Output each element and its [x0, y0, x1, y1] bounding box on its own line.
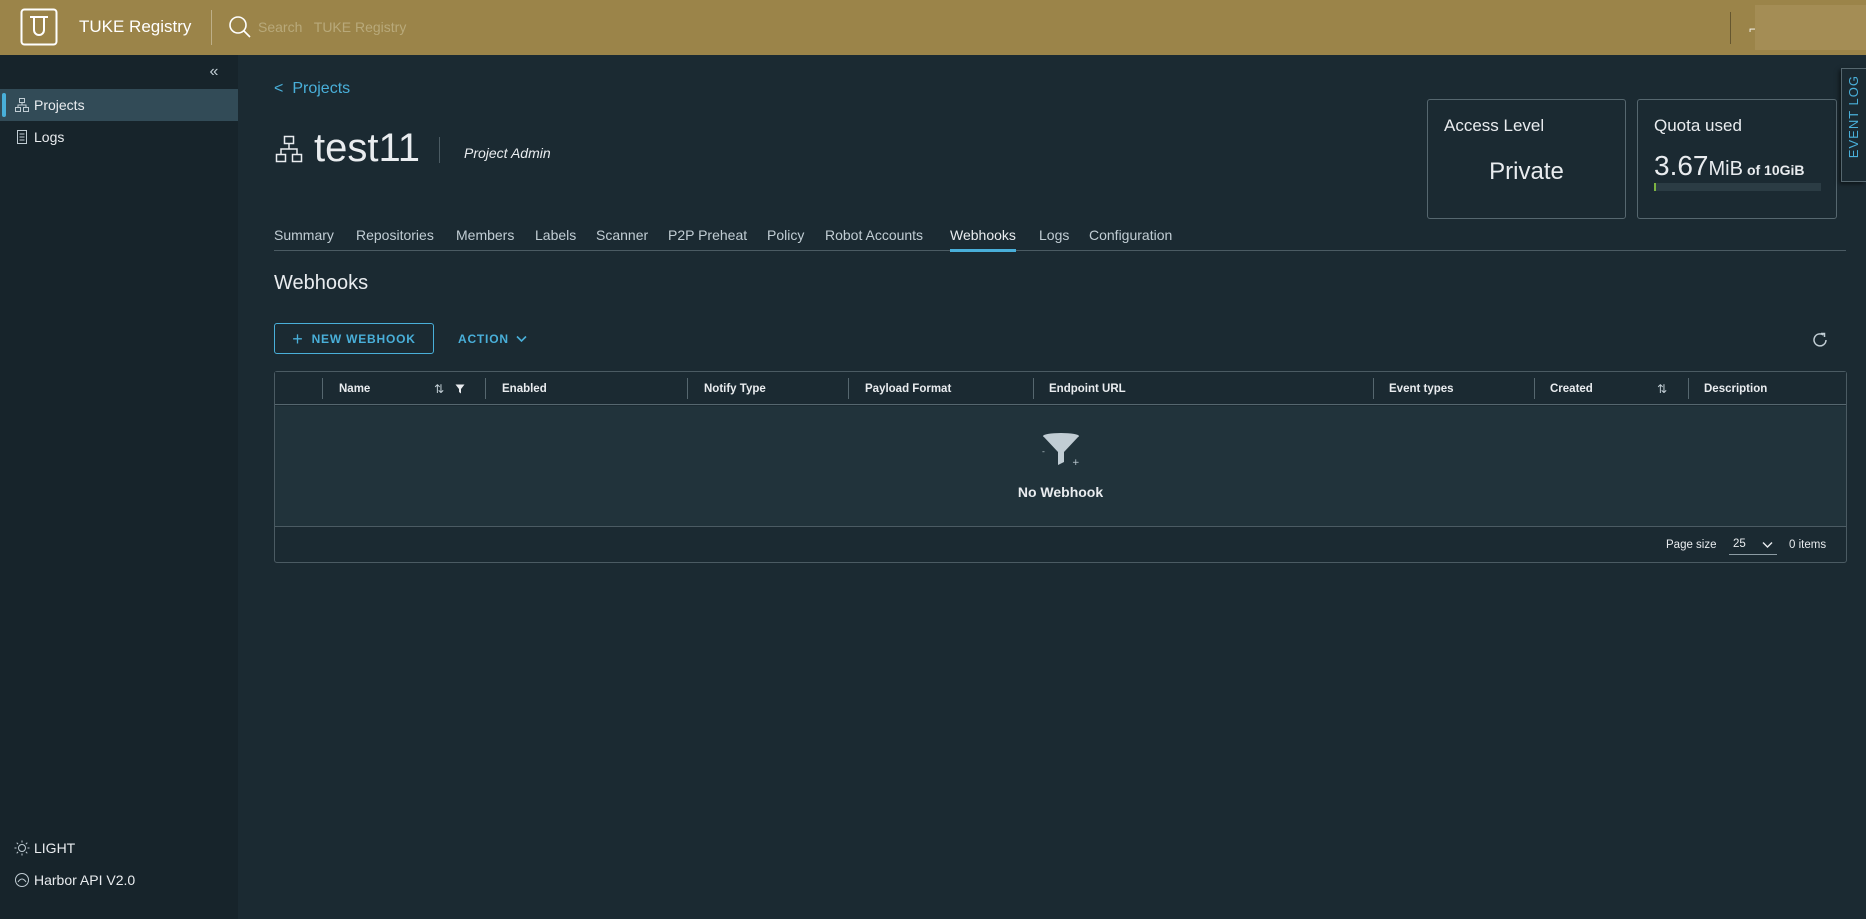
svg-text:+: + [1072, 458, 1080, 468]
action-dropdown[interactable]: ACTION [458, 323, 527, 354]
header-divider-right [1730, 12, 1731, 44]
new-webhook-button[interactable]: + NEW WEBHOOK [274, 323, 434, 354]
project-role: Project Admin [464, 145, 551, 161]
column-separator [1033, 378, 1034, 399]
chevron-down-icon [516, 335, 527, 342]
column-payload-format[interactable]: Payload Format [865, 372, 951, 405]
tab-summary[interactable]: Summary [274, 227, 334, 251]
page-size-value: 25 [1733, 538, 1746, 550]
sidebar: « Projects Logs LIGHT Harbor API V2.0 [0, 55, 238, 919]
quota-card: Quota used 3.67MiB of 10GiB [1637, 99, 1837, 219]
plus-icon: + [292, 328, 304, 349]
new-webhook-label: NEW WEBHOOK [311, 331, 416, 346]
tab-members[interactable]: Members [456, 227, 514, 251]
brand-title[interactable]: TUKE Registry [79, 17, 191, 37]
api-icon [15, 873, 29, 887]
sort-icon[interactable]: ⇅ [1657, 382, 1667, 396]
theme-toggle[interactable]: LIGHT [0, 834, 238, 862]
table-footer: Page size 25 0 items [275, 528, 1846, 563]
event-log-label: EVENT LOG [1846, 75, 1861, 159]
sidebar-item-projects[interactable]: Projects [0, 89, 238, 121]
column-name[interactable]: Name [339, 372, 370, 405]
column-separator [848, 378, 849, 399]
top-header: TUKE Registry ⌐ [0, 0, 1866, 55]
page-size-select[interactable]: 25 [1729, 535, 1777, 555]
filter-icon[interactable] [455, 384, 465, 394]
column-endpoint-url[interactable]: Endpoint URL [1049, 372, 1126, 405]
sun-icon [14, 840, 30, 856]
event-log-tab[interactable]: EVENT LOG [1841, 68, 1866, 182]
tab-p2p-preheat[interactable]: P2P Preheat [668, 227, 747, 251]
tab-policy[interactable]: Policy [767, 227, 804, 251]
action-label: ACTION [458, 331, 509, 346]
tab-labels[interactable]: Labels [535, 227, 576, 251]
empty-state-text: No Webhook [1017, 484, 1104, 500]
harbor-api-label: Harbor API V2.0 [34, 872, 136, 888]
access-level-title: Access Level [1444, 116, 1545, 135]
quota-total: of 10GiB [1746, 162, 1805, 178]
empty-filter-icon: - + [1042, 433, 1080, 468]
column-created[interactable]: Created [1550, 372, 1593, 405]
collapse-sidebar-icon[interactable]: « [204, 63, 224, 83]
sidebar-item-label: Projects [34, 97, 85, 113]
sidebar-item-label: Logs [34, 129, 65, 145]
tab-robot-accounts[interactable]: Robot Accounts [825, 227, 923, 251]
quota-progress-bar [1654, 183, 1821, 191]
chevron-down-icon [1762, 542, 1773, 548]
title-divider [439, 137, 440, 163]
quota-progress-fill [1654, 183, 1656, 191]
search-input[interactable] [258, 14, 558, 40]
tab-scanner[interactable]: Scanner [596, 227, 648, 251]
theme-toggle-label: LIGHT [34, 840, 76, 856]
logs-icon [17, 130, 27, 144]
chevron-left-icon: < [274, 80, 284, 97]
svg-text:-: - [1042, 447, 1045, 456]
column-notify-type[interactable]: Notify Type [704, 372, 766, 405]
projects-icon [15, 98, 29, 112]
column-enabled[interactable]: Enabled [502, 372, 547, 405]
quota-value: 3.67MiB of 10GiB [1654, 150, 1805, 182]
page-title: test11 [314, 126, 420, 170]
column-event-types[interactable]: Event types [1389, 372, 1454, 405]
column-description[interactable]: Description [1704, 372, 1767, 405]
section-title: Webhooks [274, 272, 369, 294]
user-menu[interactable] [1755, 5, 1866, 50]
column-separator [1688, 378, 1689, 399]
tuke-logo[interactable] [20, 8, 58, 46]
breadcrumb-projects[interactable]: Projects [292, 80, 350, 97]
tab-configuration[interactable]: Configuration [1089, 227, 1172, 251]
webhooks-table: Name ⇅ Enabled Notify Type Payload Forma… [274, 371, 1847, 563]
harbor-api-link[interactable]: Harbor API V2.0 [0, 866, 238, 894]
search-icon [229, 16, 251, 38]
access-level-card: Access Level Private [1427, 99, 1626, 219]
sort-icon[interactable]: ⇅ [434, 382, 444, 396]
refresh-icon[interactable] [1811, 331, 1829, 349]
column-separator [485, 378, 486, 399]
page-size-label: Page size [1666, 539, 1717, 551]
project-icon [275, 135, 303, 163]
project-tabs: Summary Repositories Members Labels Scan… [274, 227, 1846, 252]
tab-logs[interactable]: Logs [1039, 227, 1069, 251]
quota-title: Quota used [1654, 116, 1742, 135]
table-empty-body: - + No Webhook [275, 406, 1846, 527]
column-separator [1534, 378, 1535, 399]
tab-repositories[interactable]: Repositories [356, 227, 434, 251]
table-header: Name ⇅ Enabled Notify Type Payload Forma… [275, 372, 1846, 405]
items-count: 0 items [1789, 539, 1827, 551]
tab-webhooks[interactable]: Webhooks [950, 227, 1016, 252]
sidebar-item-logs[interactable]: Logs [0, 121, 238, 153]
header-divider [211, 10, 212, 45]
quota-used-number: 3.67 [1654, 150, 1709, 181]
breadcrumb[interactable]: < Projects [274, 80, 350, 98]
column-separator [322, 378, 323, 399]
column-separator [687, 378, 688, 399]
column-separator [1373, 378, 1374, 399]
access-level-value: Private [1489, 158, 1564, 185]
quota-used-unit: MiB [1708, 158, 1743, 180]
